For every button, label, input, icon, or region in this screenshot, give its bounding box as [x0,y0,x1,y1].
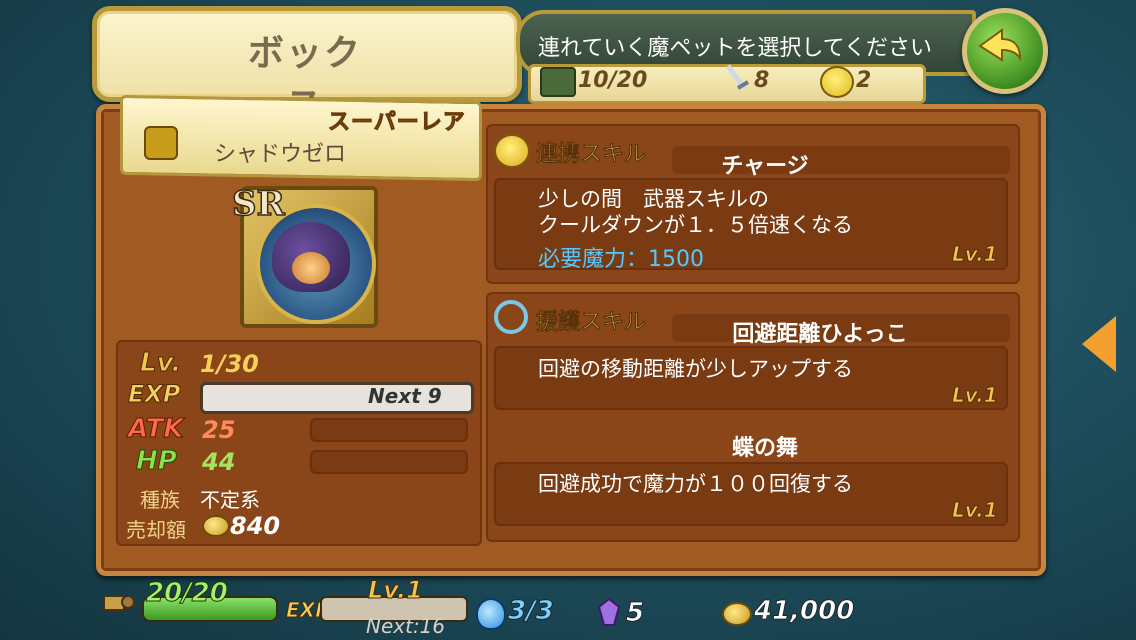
sell-price: 840 [230,512,281,540]
hp-value: 44 [202,448,236,476]
support-skill2-name: 蝶の舞 [731,436,798,461]
level-value: 1/30 [200,350,259,378]
back-arrow-icon [978,28,1022,62]
pet-name: シャドウゼロ [214,142,347,167]
link-skill-header: 連携スキル [536,142,647,168]
atk-slot [310,418,468,442]
box-icon [540,67,576,97]
link-skill-cost: 必要魔力：1500 [538,247,704,272]
gold-coin-icon [722,602,752,626]
support-skill1-desc: 回避の移動距離が少しアップする [538,357,853,381]
box-count: 10/20 [578,68,648,93]
next-page-arrow-icon[interactable] [1082,316,1116,372]
support-skill-icon [494,300,528,334]
potion-count: 3/3 [508,596,554,627]
back-button[interactable] [962,8,1048,94]
hp-slot [310,450,468,474]
instruction-text: 連れていく魔ペットを選択してください [538,36,933,61]
rarity-label: スーパーレア [328,110,466,136]
atk-value: 25 [202,416,236,444]
atk-label: ATK [128,414,185,445]
exp-label: EXP [128,380,181,409]
sword-icon [724,62,750,96]
link-skill-icon [494,134,530,168]
support-skill2-desc: 回避成功で魔力が１００回復する [538,472,853,496]
crystal-icon [597,597,621,626]
support-skill2-level: Lv.1 [952,498,998,523]
race-label: 種族 [140,488,180,512]
link-skill-name: チャージ [721,154,809,179]
link-skill-level: Lv.1 [952,242,998,267]
sword-count: 8 [754,68,770,93]
support-skill1-level: Lv.1 [952,383,998,408]
race-value: 不定系 [200,488,260,512]
link-skill-desc-line1: 少しの間 武器スキルの [538,187,769,211]
next-exp: Next 9 [368,384,442,408]
pet-type-badge-icon [144,126,178,160]
support-skill-header: 援護スキル [536,310,647,336]
shadow-creature-face [292,252,330,284]
chick-count: 2 [856,68,872,93]
coin-icon [202,515,230,537]
support-skill1-name: 回避距離ひよっこ [732,322,908,347]
gold-amount: 41,000 [754,596,855,627]
player-next-exp: Next:16 [366,614,446,638]
chick-icon [820,66,854,98]
link-skill-desc-line2: クールダウンが１．５倍速くなる [538,213,853,237]
level-label: Lv. [139,348,182,379]
stamina-icon [100,588,138,618]
stamina-value: 20/20 [146,578,229,609]
crystal-count: 5 [626,598,645,629]
rarity-code: SR [231,183,285,225]
hp-label: HP [136,446,178,477]
sell-label: 売却額 [126,518,186,542]
player-level: Lv.1 [368,576,424,605]
potion-icon [476,598,506,630]
